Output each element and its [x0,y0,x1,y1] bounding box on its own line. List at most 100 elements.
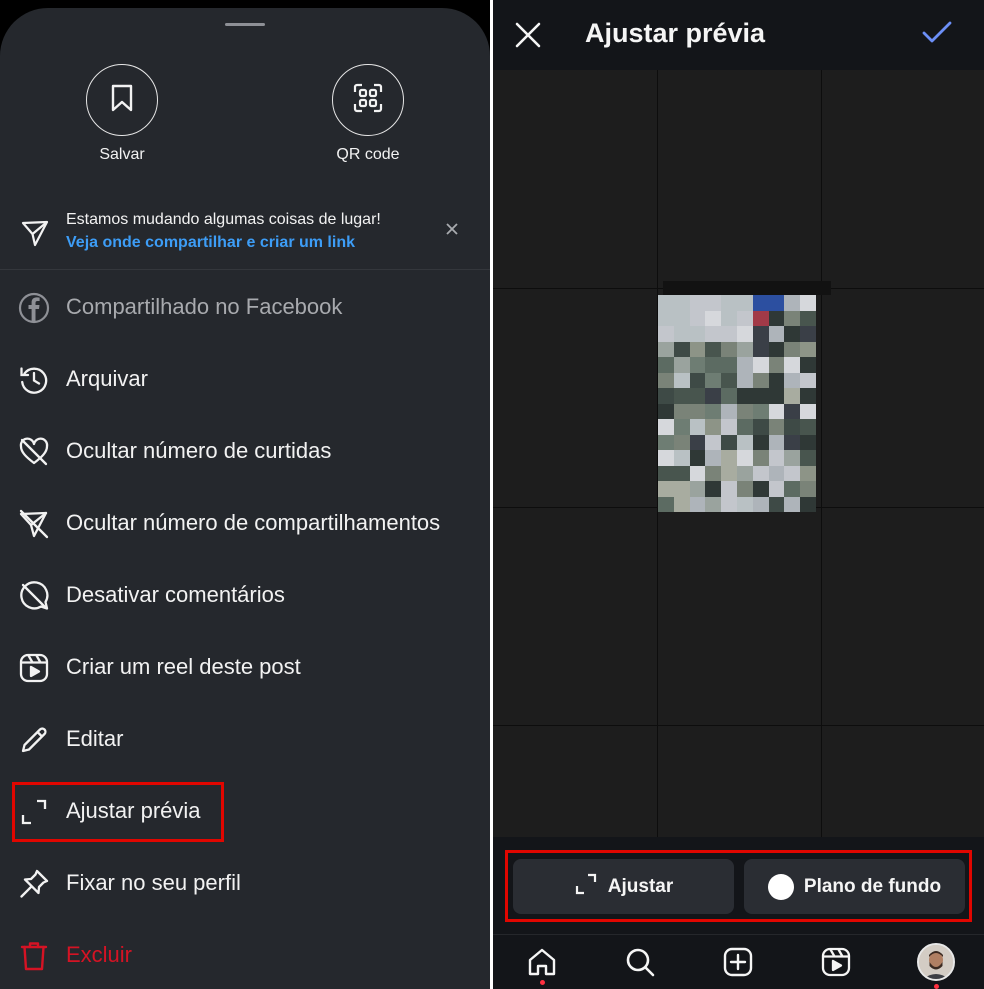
mosaic-pixel [784,326,801,342]
mosaic-pixel [737,434,753,450]
preview-options-bar: Ajustar Plano de fundo [493,837,984,934]
mosaic-pixel [721,310,737,326]
mosaic-pixel [800,357,816,373]
mosaic-pixel [705,341,722,357]
grid-line [821,70,822,837]
mosaic-pixel [689,434,706,450]
mosaic-pixel [752,326,769,342]
mosaic-pixel [689,465,706,481]
mosaic-pixel [658,388,674,404]
mosaic-pixel [721,434,737,450]
menu-label-facebook: Compartilhado no Facebook [66,294,343,319]
mosaic-pixel [737,388,753,404]
mosaic-pixel [673,496,690,512]
checkmark-icon[interactable] [921,20,953,51]
menu-label-delete: Excluir [66,942,133,967]
mosaic-pixel [768,326,785,342]
mosaic-pixel [737,496,753,512]
close-icon[interactable] [444,221,460,242]
mosaic-pixel [673,450,690,466]
reel-icon [18,652,50,684]
share-options-panel: Salvar QR code Estamos mudando algumas c… [0,0,490,989]
mosaic-pixel [658,403,674,419]
mosaic-pixel [784,450,801,466]
mosaic-pixel [658,434,674,450]
mosaic-pixel [673,465,690,481]
notice-link[interactable]: Veja onde compartilhar e criar um link [66,234,355,252]
profile-notification-dot [934,984,939,989]
mosaic-pixel [784,310,801,326]
qr-code-label: QR code [336,146,400,163]
mosaic-pixel [768,450,785,466]
mosaic-pixel [737,465,753,481]
mosaic-pixel [705,450,722,466]
mosaic-pixel [721,295,737,311]
sheet-drag-handle[interactable] [225,23,265,26]
mosaic-pixel [768,310,785,326]
mosaic-pixel [705,357,722,373]
mosaic-pixel [737,357,753,373]
heart-off-icon [18,436,50,468]
close-icon[interactable] [515,22,541,53]
menu-item-archive[interactable]: Arquivar [0,344,490,416]
mosaic-pixel [689,341,706,357]
mosaic-pixel [800,450,816,466]
mosaic-pixel [721,341,737,357]
mosaic-pixel [784,388,801,404]
adjust-preview-screen: Ajustar prévia Ajustar Plano de fundo [493,0,984,989]
mosaic-pixel [673,481,690,497]
menu-item-edit[interactable]: Editar [0,704,490,776]
menu-item-create-reel[interactable]: Criar um reel deste post [0,632,490,704]
mosaic-pixel [673,341,690,357]
comment-off-icon [18,580,50,612]
mosaic-pixel [784,295,801,311]
mosaic-pixel [705,419,722,435]
create-icon[interactable] [721,945,755,979]
mosaic-pixel [784,465,801,481]
mosaic-pixel [768,465,785,481]
mosaic-pixel [784,434,801,450]
pencil-icon [18,724,50,756]
mosaic-pixel [721,372,737,388]
preview-frame-edge [663,281,831,295]
preview-canvas[interactable] [493,70,984,837]
search-icon[interactable] [623,945,657,979]
menu-item-pin[interactable]: Fixar no seu perfil [0,848,490,920]
blurred-preview-image[interactable] [658,295,816,512]
mosaic-pixel [752,341,769,357]
menu-label-edit: Editar [66,726,124,751]
qr-code-button[interactable] [332,64,404,136]
relocation-notice: Estamos mudando algumas coisas de lugar!… [0,198,490,270]
top-bar: Ajustar prévia [493,0,984,70]
mosaic-pixel [721,465,737,481]
mosaic-pixel [800,465,816,481]
menu-item-disable-comments[interactable]: Desativar comentários [0,560,490,632]
profile-avatar[interactable] [917,943,955,981]
mosaic-pixel [784,357,801,373]
home-icon[interactable] [525,945,559,979]
mosaic-pixel [800,419,816,435]
bookmark-icon [108,83,136,118]
save-button[interactable] [86,64,158,136]
menu-item-delete[interactable]: Excluir [0,920,490,989]
mosaic-pixel [784,341,801,357]
mosaic-pixel [768,419,785,435]
mosaic-pixel [768,372,785,388]
mosaic-pixel [721,496,737,512]
mosaic-pixel [705,434,722,450]
mosaic-pixel [689,310,706,326]
reels-icon[interactable] [819,945,853,979]
archive-history-icon [18,364,50,396]
mosaic-pixel [689,388,706,404]
menu-label-create-reel: Criar um reel deste post [66,654,301,679]
menu-item-hide-likes[interactable]: Ocultar número de curtidas [0,416,490,488]
mosaic-pixel [673,357,690,373]
highlight-box-options [505,850,972,922]
mosaic-pixel [752,496,769,512]
mosaic-pixel [768,403,785,419]
menu-item-hide-shares[interactable]: Ocultar número de compartilhamentos [0,488,490,560]
mosaic-pixel [705,496,722,512]
menu-item-facebook: Compartilhado no Facebook [0,272,490,344]
mosaic-pixel [768,481,785,497]
bottom-navigation [493,934,984,989]
